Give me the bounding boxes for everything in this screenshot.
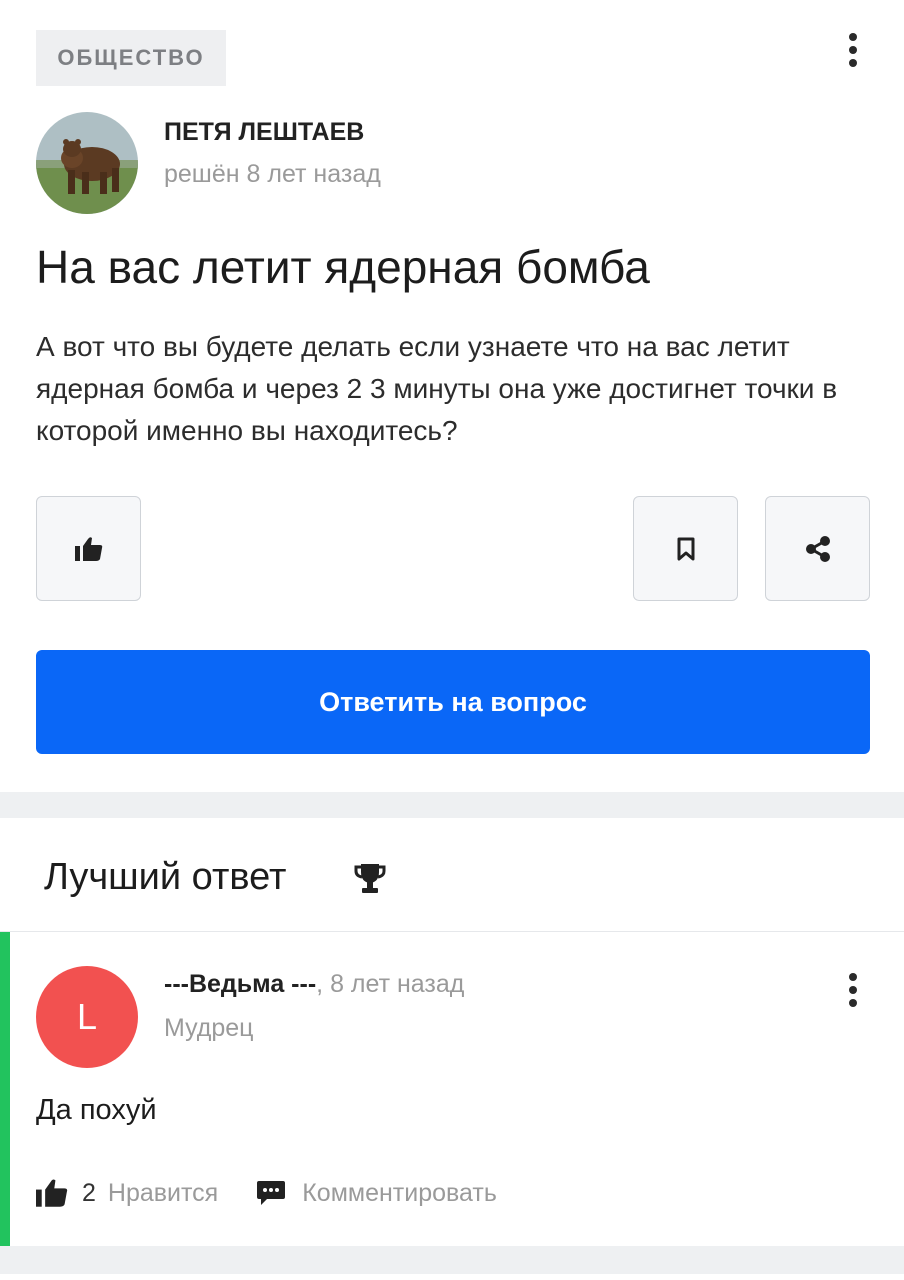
answer-actions: 2 Нравится Комментировать	[36, 1176, 497, 1210]
share-icon	[805, 535, 830, 562]
like-button[interactable]	[36, 496, 141, 601]
question-status: решён 8 лет назад	[164, 160, 381, 188]
best-answer-card: Лучший ответ L ---Ведьма ---, 8 лет наза…	[0, 818, 904, 1246]
comment-icon	[257, 1181, 286, 1205]
thumbs-up-icon	[74, 536, 102, 561]
like-count: 2	[82, 1178, 96, 1207]
question-title: На вас летит ядерная бомба	[36, 241, 650, 293]
share-button[interactable]	[765, 496, 870, 601]
more-options-icon[interactable]	[838, 968, 868, 1012]
answer-question-button[interactable]: Ответить на вопрос	[36, 650, 870, 754]
answer-text: Да похуй	[36, 1094, 157, 1126]
next-card	[0, 1274, 904, 1280]
thumbs-up-icon[interactable]	[36, 1178, 68, 1208]
answer-header: ---Ведьма ---, 8 лет назад	[164, 970, 464, 999]
author-rank: Мудрец	[164, 1014, 254, 1042]
author-name[interactable]: ПЕТЯ ЛЕШТАЕВ	[164, 118, 364, 147]
question-card: ОБЩЕСТВО ПЕТЯ ЛЕШТАЕВ решён 8 лет назад …	[0, 0, 904, 792]
comment-button[interactable]: Комментировать	[256, 1179, 497, 1208]
divider	[0, 931, 904, 932]
more-options-icon[interactable]	[838, 28, 868, 72]
best-answer-title: Лучший ответ	[44, 856, 287, 898]
best-answer-accent	[0, 932, 10, 1246]
avatar[interactable]	[36, 112, 138, 214]
bookmark-button[interactable]	[633, 496, 738, 601]
bookmark-icon	[677, 537, 694, 560]
avatar[interactable]: L	[36, 966, 138, 1068]
category-tag[interactable]: ОБЩЕСТВО	[36, 30, 226, 86]
like-label[interactable]: Нравится	[108, 1179, 218, 1208]
trophy-icon	[354, 864, 386, 893]
answer-author-name[interactable]: ---Ведьма ---	[164, 970, 316, 998]
comment-label: Комментировать	[302, 1178, 497, 1207]
question-body: А вот что вы будете делать если узнаете …	[36, 331, 838, 446]
answer-time: , 8 лет назад	[316, 970, 465, 998]
